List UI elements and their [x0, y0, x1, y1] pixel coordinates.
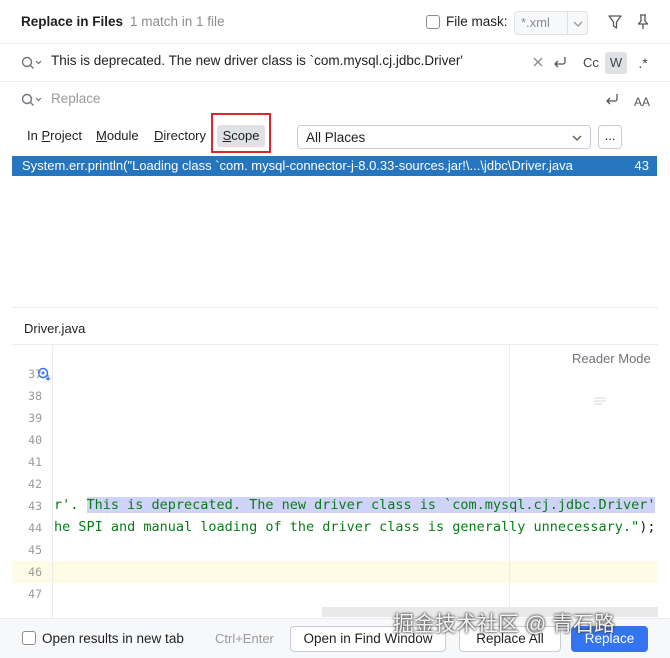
result-text: System.err.println("Loading class `com. … [22, 158, 573, 173]
code-line-43: r'. This is deprecated. The new driver c… [54, 494, 658, 516]
open-new-tab-checkbox[interactable] [22, 631, 36, 645]
code-line-44: he SPI and manual loading of the driver … [54, 516, 655, 538]
clear-icon[interactable] [531, 55, 545, 69]
filter-icon[interactable] [606, 13, 624, 31]
open-new-tab-label: Open results in new tab [42, 631, 184, 646]
current-line-highlight [12, 561, 658, 583]
results-divider[interactable] [12, 307, 658, 308]
line-number: 38 [28, 389, 42, 403]
replace-row: Replace AA [0, 82, 670, 116]
line-number: 39 [28, 411, 42, 425]
tab-module[interactable]: Module [96, 128, 139, 143]
replace-search-icon[interactable] [20, 91, 42, 109]
gutter-border [52, 345, 53, 618]
file-mask-value: *.xml [521, 15, 550, 30]
tab-scope[interactable]: Scope [217, 125, 265, 147]
pin-icon[interactable] [634, 13, 652, 31]
line-number: 42 [28, 477, 42, 491]
preserve-case-icon[interactable]: AA [633, 91, 651, 109]
scope-browse-button[interactable]: ... [598, 125, 622, 149]
scope-places-value: All Places [306, 130, 366, 145]
file-mask-label: File mask: [446, 14, 508, 29]
match-case-toggle[interactable]: Cc [580, 52, 602, 74]
preview-file-name: Driver.java [24, 321, 86, 336]
right-margin-guide [509, 345, 510, 618]
preserve-case-label: AA [634, 95, 650, 109]
reader-mode-icon [594, 397, 606, 405]
scope-places-combo[interactable]: All Places [297, 125, 591, 149]
line-number: 46 [28, 565, 42, 579]
tab-in-project[interactable]: In Project [27, 128, 82, 143]
words-toggle[interactable]: W [605, 52, 627, 74]
new-line-icon[interactable] [552, 54, 568, 70]
code-string: he SPI and manual loading of the driver … [54, 519, 640, 535]
combo-separator [567, 12, 568, 34]
code-prefix: r'. [54, 497, 87, 513]
code-preview[interactable]: Reader Mode 37 38 39 40 41 42 43 44 45 4… [12, 344, 658, 618]
file-mask-combo[interactable]: *.xml [514, 11, 588, 35]
regex-toggle[interactable]: .* [632, 52, 654, 74]
reader-mode-link[interactable]: Reader Mode [572, 351, 651, 366]
search-match-highlight: This is deprecated. The new driver class… [86, 497, 656, 513]
search-row: This is deprecated. The new driver class… [0, 44, 670, 82]
scope-row: In Project Module Directory Scope All Pl… [0, 113, 670, 156]
watermark: 掘金技术社区 @ 青石路 [393, 613, 615, 636]
replace-input[interactable]: Replace [51, 91, 101, 106]
new-line-icon[interactable] [604, 91, 620, 107]
line-number: 47 [28, 587, 42, 601]
chevron-down-icon [572, 135, 582, 141]
dialog-header: Replace in Files 1 match in 1 file File … [0, 0, 670, 44]
line-number: 45 [28, 543, 42, 557]
file-mask-checkbox[interactable] [426, 15, 440, 29]
result-row[interactable]: System.err.println("Loading class `com. … [12, 156, 657, 176]
line-number: 43 [28, 499, 42, 513]
dialog-title: Replace in Files [21, 14, 124, 29]
line-number: 41 [28, 455, 42, 469]
search-input[interactable]: This is deprecated. The new driver class… [51, 53, 463, 68]
match-count: 1 match in 1 file [130, 14, 225, 29]
tab-directory[interactable]: Directory [154, 128, 206, 143]
code-tail: ); [639, 519, 656, 535]
result-line-number: 43 [634, 158, 649, 173]
chevron-down-icon [573, 21, 583, 27]
line-number: 40 [28, 433, 42, 447]
search-icon[interactable] [20, 54, 42, 72]
line-number: 44 [28, 521, 42, 535]
shortcut-hint: Ctrl+Enter [215, 631, 274, 646]
line-number: 37 [28, 367, 42, 381]
code-suffix: . " [655, 497, 658, 513]
